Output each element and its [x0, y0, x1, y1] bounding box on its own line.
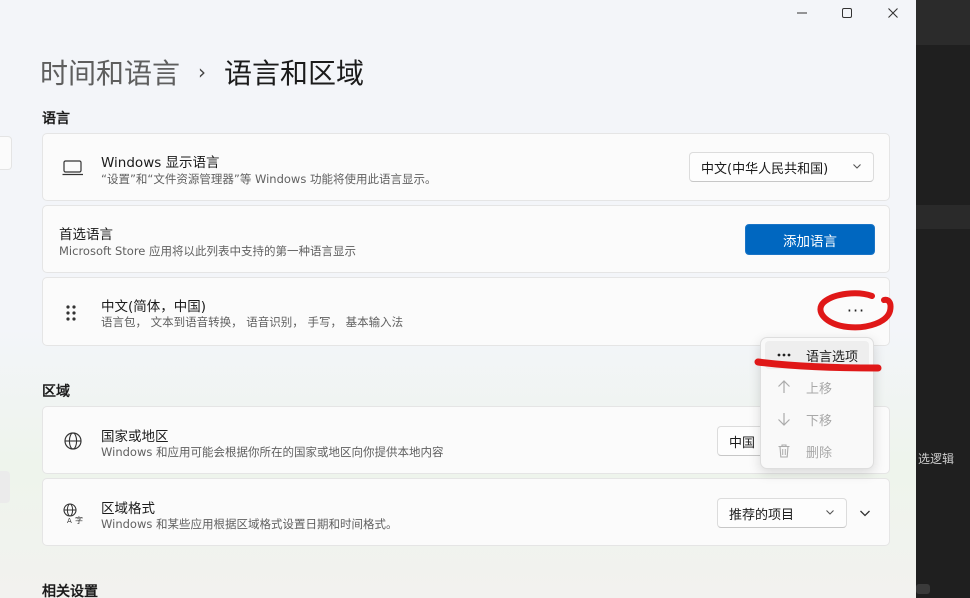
- arrow-down-icon: [775, 410, 793, 428]
- background-window: 选逻辑: [916, 0, 970, 598]
- maximize-button[interactable]: [833, 2, 861, 24]
- close-button[interactable]: [879, 2, 907, 24]
- trash-icon: [775, 442, 793, 460]
- breadcrumb-parent[interactable]: 时间和语言: [40, 52, 180, 92]
- country-region-value: 中国: [729, 435, 756, 451]
- display-language-dropdown[interactable]: 中文(中华人民共和国): [689, 152, 874, 182]
- svg-text:A: A: [67, 517, 72, 524]
- arrow-up-icon: [775, 378, 793, 396]
- installed-language-title: 中文(简体，中国): [101, 299, 207, 315]
- regional-format-title: 区域格式: [101, 501, 155, 517]
- breadcrumb-separator-icon: ›: [198, 60, 207, 84]
- minimize-icon: [797, 12, 807, 14]
- regional-format-dropdown[interactable]: 推荐的项目: [717, 498, 847, 528]
- svg-text:字: 字: [75, 515, 83, 524]
- display-language-value: 中文(中华人民共和国): [701, 161, 829, 177]
- background-text: 选逻辑: [918, 452, 955, 466]
- chevron-down-icon: [824, 506, 836, 522]
- nav-item-edge[interactable]: [0, 471, 10, 503]
- menu-item-move-up[interactable]: 上移: [765, 373, 869, 401]
- preferred-language-title: 首选语言: [59, 227, 113, 243]
- preferred-language-subtitle: Microsoft Store 应用将以此列表中支持的第一种语言显示: [59, 244, 357, 258]
- chevron-down-icon: [851, 160, 863, 176]
- section-title-region: 区域: [42, 384, 70, 400]
- monitor-icon: [61, 156, 85, 180]
- more-icon: [775, 346, 793, 364]
- menu-item-move-down[interactable]: 下移: [765, 405, 869, 433]
- display-language-title: Windows 显示语言: [101, 155, 220, 171]
- background-scrollbar[interactable]: [916, 584, 930, 594]
- menu-item-label: 语言选项: [806, 349, 859, 365]
- breadcrumb: 时间和语言 › 语言和区域: [40, 52, 364, 92]
- close-icon: [888, 8, 898, 18]
- add-language-button[interactable]: 添加语言: [745, 224, 875, 255]
- minimize-button[interactable]: [788, 2, 816, 24]
- menu-item-label: 删除: [806, 445, 833, 461]
- more-options-button[interactable]: ···: [843, 298, 869, 322]
- country-region-subtitle: Windows 和应用可能会根据你所在的国家或地区向你提供本地内容: [101, 445, 444, 459]
- background-highlight: [916, 205, 970, 229]
- search-box-edge[interactable]: [0, 136, 12, 170]
- section-title-related-settings: 相关设置: [42, 584, 98, 598]
- regional-format-card[interactable]: 字A 区域格式 Windows 和某些应用根据区域格式设置日期和时间格式。 推荐…: [42, 478, 890, 546]
- drag-handle-icon[interactable]: [59, 301, 83, 325]
- menu-item-remove[interactable]: 删除: [765, 437, 869, 465]
- regional-format-subtitle: Windows 和某些应用根据区域格式设置日期和时间格式。: [101, 517, 398, 531]
- menu-item-label: 上移: [806, 381, 833, 397]
- country-region-title: 国家或地区: [101, 429, 169, 445]
- section-title-language: 语言: [42, 111, 70, 127]
- menu-item-label: 下移: [806, 413, 833, 429]
- display-language-card: Windows 显示语言 “设置”和“文件资源管理器”等 Windows 功能将…: [42, 133, 890, 201]
- installed-language-subtitle: 语言包， 文本到语音转换， 语音识别， 手写， 基本输入法: [101, 315, 404, 329]
- installed-language-card[interactable]: 中文(简体，中国) 语言包， 文本到语音转换， 语音识别， 手写， 基本输入法 …: [42, 277, 890, 346]
- language-context-menu: 语言选项 上移 下移 删除: [760, 337, 874, 469]
- regional-format-value: 推荐的项目: [729, 507, 795, 523]
- maximize-icon: [842, 8, 852, 18]
- preferred-language-card: 首选语言 Microsoft Store 应用将以此列表中支持的第一种语言显示 …: [42, 205, 890, 273]
- globe-icon: [61, 429, 85, 453]
- language-format-icon: 字A: [61, 501, 85, 525]
- background-toolbar: [916, 0, 970, 45]
- settings-window: 时间和语言 › 语言和区域 语言 Windows 显示语言 “设置”和“文件资源…: [0, 0, 916, 598]
- page-title: 语言和区域: [224, 57, 365, 90]
- expand-chevron-icon[interactable]: [855, 505, 875, 521]
- display-language-subtitle: “设置”和“文件资源管理器”等 Windows 功能将使用此语言显示。: [101, 172, 437, 186]
- menu-item-language-options[interactable]: 语言选项: [765, 341, 869, 369]
